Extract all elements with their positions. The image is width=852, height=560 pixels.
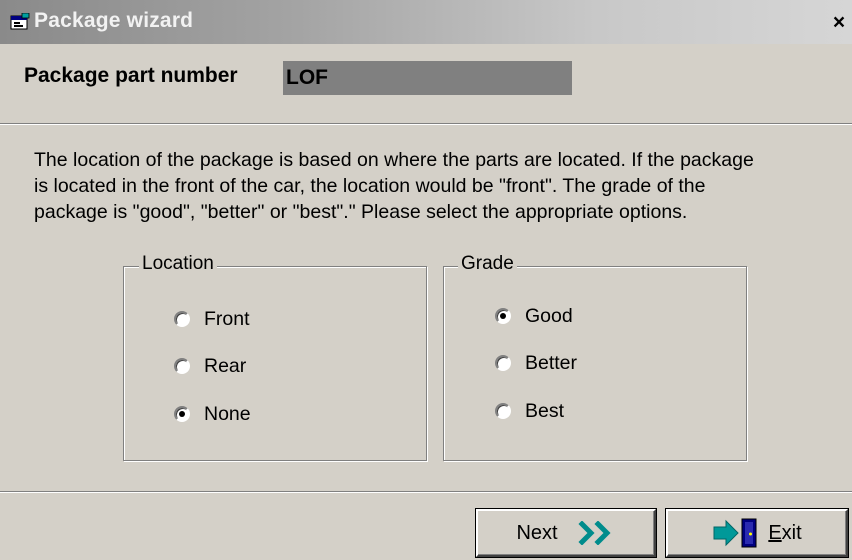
next-button-label: Next [516,521,558,544]
grade-group: Grade Good Better Best [443,253,747,461]
title-bar: Package wizard × [0,0,852,44]
grade-option-better[interactable]: Better [495,351,577,375]
double-chevron-right-icon [578,521,611,545]
radio-better[interactable] [495,355,511,371]
location-option-front-label: Front [204,307,250,330]
location-option-none[interactable]: None [174,402,251,426]
grade-option-best-label: Best [525,399,565,422]
exit-button[interactable]: Exit [666,509,848,557]
close-icon: × [832,11,846,34]
grade-option-good-label: Good [525,304,573,327]
window-app-icon [10,13,30,30]
grade-legend: Grade [458,253,517,275]
radio-front[interactable] [174,311,190,327]
next-button[interactable]: Next [476,509,656,557]
instructions-text: The location of the package is based on … [34,149,754,223]
location-group: Location Front Rear None [123,253,427,461]
radio-best[interactable] [495,403,511,419]
part-number-label: Package part number [24,64,238,87]
grade-option-good[interactable]: Good [495,304,573,328]
exit-door-icon [713,518,757,548]
location-option-rear-label: Rear [204,354,247,377]
close-button[interactable]: × [828,12,850,34]
window-title: Package wizard [34,9,194,32]
exit-button-label: Exit [768,521,802,544]
bottom-divider [0,491,852,493]
radio-good[interactable] [495,308,511,324]
location-legend: Location [139,253,217,275]
location-option-rear[interactable]: Rear [174,354,246,378]
radio-none[interactable] [174,406,190,422]
part-number-field[interactable]: LOF [283,61,572,95]
grade-option-better-label: Better [525,351,578,374]
top-divider [0,123,852,125]
location-option-front[interactable]: Front [174,307,250,331]
grade-option-best[interactable]: Best [495,399,564,423]
location-option-none-label: None [204,402,251,425]
radio-rear[interactable] [174,358,190,374]
